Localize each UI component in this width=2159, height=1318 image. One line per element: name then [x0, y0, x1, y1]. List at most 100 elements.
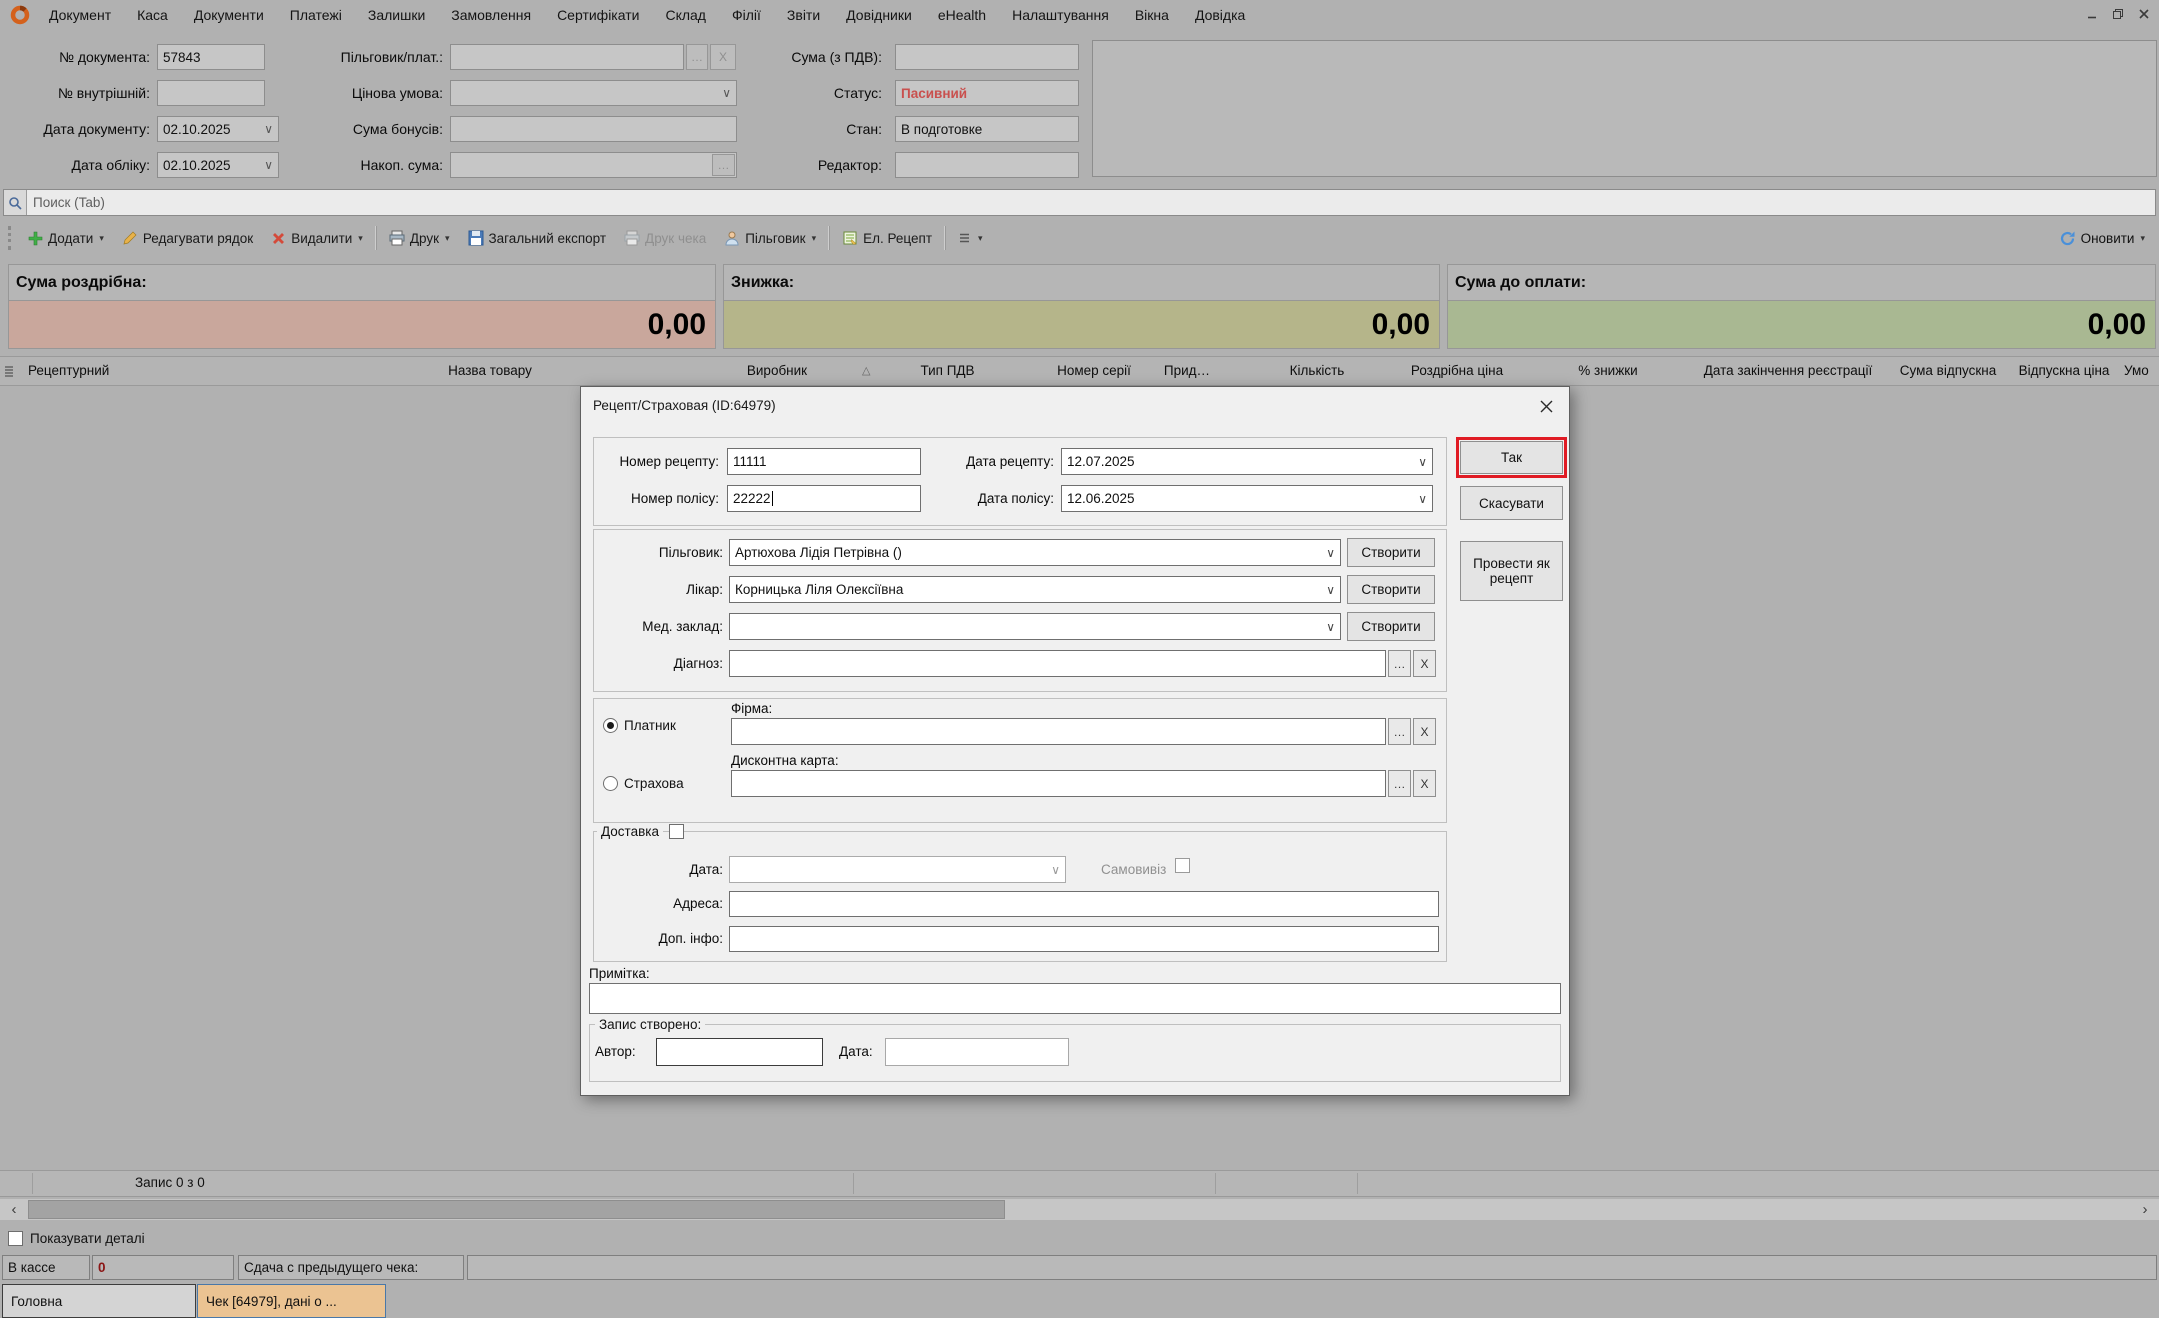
beneficiary-button[interactable]: Пільговик▾ [715, 223, 825, 253]
menu-item-reports[interactable]: Звіти [774, 0, 833, 30]
sum-vat-field[interactable] [895, 44, 1079, 70]
column-header-discount-percent[interactable]: % знижки [1538, 357, 1678, 385]
sort-ascending-icon[interactable]: △ [862, 364, 870, 377]
menu-item-payments[interactable]: Платежі [277, 0, 355, 30]
menu-item-document[interactable]: Документ [36, 0, 124, 30]
column-header-registration-end-date[interactable]: Дата закінчення реєстрації [1688, 357, 1888, 385]
caret-down-icon: ▾ [445, 233, 450, 244]
delete-button[interactable]: Видалити▾ [262, 223, 372, 253]
column-header-product-name[interactable]: Назва товару [240, 357, 740, 385]
created-date-input[interactable] [885, 1038, 1069, 1066]
menu-item-branches[interactable]: Філії [719, 0, 774, 30]
column-header-retail-price[interactable]: Роздрібна ціна [1387, 357, 1527, 385]
cancel-button[interactable]: Скасувати [1460, 486, 1563, 520]
menu-item-directories[interactable]: Довідники [833, 0, 925, 30]
list-icon [958, 231, 972, 245]
doctor-combo[interactable]: Корницька Ліля Олексіївна∨ [729, 576, 1341, 603]
post-as-recipe-button[interactable]: Провести як рецепт [1460, 541, 1563, 601]
menu-item-warehouse[interactable]: Склад [652, 0, 719, 30]
menu-item-orders[interactable]: Замовлення [438, 0, 544, 30]
chevron-down-icon[interactable]: ∨ [1418, 455, 1427, 469]
delivery-checkbox[interactable] [669, 824, 684, 839]
diagnosis-browse-button[interactable]: … [1388, 650, 1411, 677]
discount-card-browse-button[interactable]: … [1388, 770, 1411, 797]
view-options-button[interactable]: ▾ [949, 223, 992, 253]
export-button-label: Загальний експорт [489, 231, 607, 246]
chevron-down-icon[interactable]: ∨ [1326, 546, 1335, 560]
recipe-number-input[interactable]: 11111 [727, 448, 921, 475]
scroll-left-icon[interactable]: ‹ [0, 1199, 28, 1220]
chevron-down-icon[interactable]: ∨ [1418, 492, 1427, 506]
bonus-sum-field[interactable] [450, 116, 737, 142]
column-header-umo[interactable]: Умо [2124, 357, 2159, 385]
chevron-down-icon[interactable]: ∨ [1326, 583, 1335, 597]
diagnosis-input[interactable] [729, 650, 1386, 677]
export-button[interactable]: Загальний експорт [459, 223, 616, 253]
discount-card-input[interactable] [731, 770, 1386, 797]
accum-sum-field[interactable] [450, 152, 737, 178]
search-input[interactable]: Поиск (Tab) [3, 189, 2156, 216]
column-header-vat-type[interactable]: Тип ПДВ [885, 357, 1010, 385]
horizontal-scrollbar[interactable]: ‹ › [0, 1199, 2159, 1220]
note-textarea[interactable] [589, 983, 1561, 1014]
column-header-quantity[interactable]: Кількість [1247, 357, 1387, 385]
account-date-label: Дата обліку: [6, 152, 150, 178]
menu-item-kasa[interactable]: Каса [124, 0, 181, 30]
add-button[interactable]: Додати▾ [19, 223, 113, 253]
payer-radio-label: Платник [624, 718, 676, 734]
policy-date-combo[interactable]: 12.06.2025∨ [1061, 485, 1433, 512]
column-header-prid[interactable]: Прид… [1157, 357, 1217, 385]
menu-item-help[interactable]: Довідка [1182, 0, 1258, 30]
column-header-recipe[interactable]: Рецептурний [28, 357, 198, 385]
recipe-date-combo[interactable]: 12.07.2025∨ [1061, 448, 1433, 475]
dialog-beneficiary-combo[interactable]: Артюхова Лідія Петрівна ()∨ [729, 539, 1341, 566]
menu-item-stock[interactable]: Залишки [355, 0, 438, 30]
show-details-checkbox[interactable] [8, 1231, 23, 1246]
menu-item-certificates[interactable]: Сертифікати [544, 0, 652, 30]
insurance-radio[interactable] [603, 776, 618, 791]
restore-icon[interactable] [2111, 7, 2125, 21]
payer-radio[interactable] [603, 718, 618, 733]
minimize-icon[interactable] [2085, 7, 2099, 21]
payer-group [593, 698, 1447, 823]
menu-item-settings[interactable]: Налаштування [999, 0, 1122, 30]
doc-number-field[interactable]: 57843 [157, 44, 265, 70]
toolbar-grip[interactable] [8, 226, 11, 250]
in-cash-value-cell: 0 [92, 1255, 234, 1280]
create-beneficiary-button[interactable]: Створити [1347, 538, 1435, 567]
author-input[interactable] [656, 1038, 823, 1066]
chevron-down-icon[interactable]: ∨ [1326, 620, 1335, 634]
scroll-right-icon[interactable]: › [2131, 1199, 2159, 1220]
add-info-input[interactable] [729, 926, 1439, 952]
menu-item-windows[interactable]: Вікна [1122, 0, 1182, 30]
scrollbar-thumb[interactable] [28, 1200, 1005, 1219]
firm-browse-button[interactable]: … [1388, 718, 1411, 745]
menu-item-ehealth[interactable]: eHealth [925, 0, 999, 30]
internal-number-field[interactable] [157, 80, 265, 106]
column-header-series-number[interactable]: Номер серії [1025, 357, 1163, 385]
price-condition-combo[interactable]: ∨ [450, 80, 737, 106]
discount-card-clear-button[interactable]: X [1413, 770, 1436, 797]
firm-input[interactable] [731, 718, 1386, 745]
med-institution-combo[interactable]: ∨ [729, 613, 1341, 640]
address-input[interactable] [729, 891, 1439, 917]
firm-clear-button[interactable]: X [1413, 718, 1436, 745]
create-med-institution-button[interactable]: Створити [1347, 612, 1435, 641]
refresh-button[interactable]: Оновити▾ [2059, 220, 2145, 256]
edit-row-button[interactable]: Редагувати рядок [113, 223, 262, 253]
policy-number-input[interactable]: 22222 [727, 485, 921, 512]
column-header-manufacturer[interactable]: Виробник [712, 357, 842, 385]
column-header-dispense-sum[interactable]: Сума відпускна [1888, 357, 2008, 385]
tab-check-64979[interactable]: Чек [64979], дані о ... [197, 1284, 386, 1318]
tab-main[interactable]: Головна [2, 1284, 196, 1318]
menu-item-documents[interactable]: Документи [181, 0, 277, 30]
column-header-dispense-price[interactable]: Відпускна ціна [2004, 357, 2124, 385]
create-doctor-button[interactable]: Створити [1347, 575, 1435, 604]
e-recipe-button[interactable]: Ел. Рецепт [833, 223, 941, 253]
close-icon[interactable] [2137, 7, 2151, 21]
delivery-date-label: Дата: [587, 856, 723, 883]
diagnosis-clear-button[interactable]: X [1413, 650, 1436, 677]
yes-button[interactable]: Так [1460, 441, 1563, 474]
print-button[interactable]: Друк▾ [380, 223, 459, 253]
dialog-close-icon[interactable] [1535, 396, 1557, 416]
